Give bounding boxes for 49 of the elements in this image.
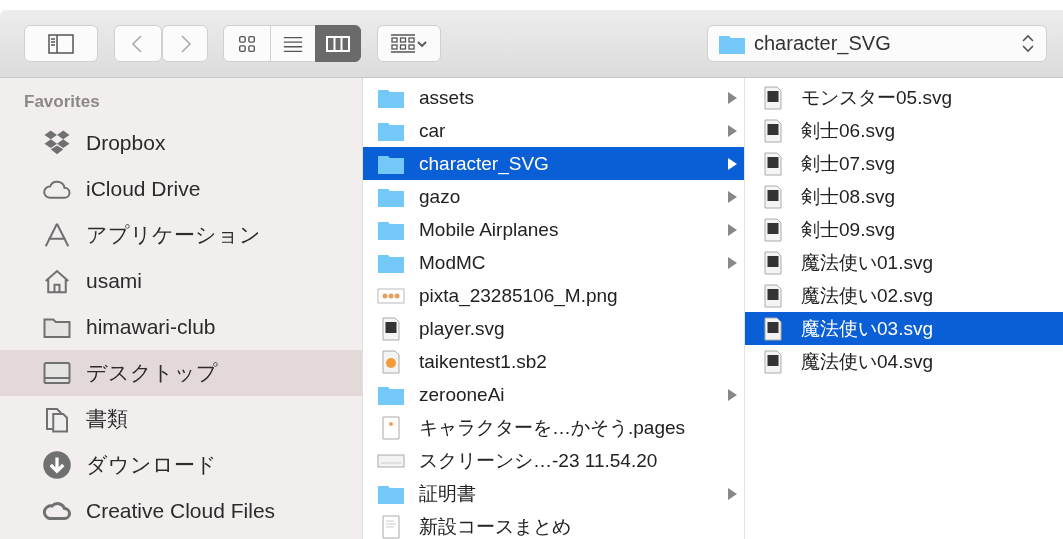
up-down-chevron-icon: [1020, 33, 1036, 54]
file-row[interactable]: car: [363, 114, 744, 147]
view-mode-button[interactable]: [315, 25, 361, 62]
file-row[interactable]: 剣士06.svg: [745, 114, 1063, 147]
disclosure-triangle-icon: [727, 222, 738, 237]
file-row[interactable]: 剣士07.svg: [745, 147, 1063, 180]
sidebar-toggle-button[interactable]: [24, 25, 98, 62]
sidebar-heading: Favorites: [23, 91, 101, 113]
sidebar-item[interactable]: usami: [0, 258, 362, 304]
file-row[interactable]: Mobile Airplanes: [363, 213, 744, 246]
file-row[interactable]: gazo: [363, 180, 744, 213]
sidebar-item[interactable]: デスクトップ: [0, 350, 362, 396]
file-row[interactable]: player.svg: [363, 312, 744, 345]
download-icon: [40, 450, 74, 480]
sidebar-item[interactable]: ダウンロード: [0, 442, 362, 488]
disclosure-triangle-icon: [727, 123, 738, 138]
sidebar-item[interactable]: iCloud Drive: [0, 166, 362, 212]
sidebar-item[interactable]: Creative Cloud Files: [0, 488, 362, 534]
disclosure-triangle-icon: [727, 189, 738, 204]
sidebar-item[interactable]: Dropbox: [0, 120, 362, 166]
sidebar-item[interactable]: himawari-club: [0, 304, 362, 350]
file-row[interactable]: zerooneAi: [363, 378, 744, 411]
disclosure-triangle-icon: [727, 486, 738, 501]
disclosure-triangle-icon: [727, 387, 738, 402]
chevron-down-icon: [416, 38, 428, 49]
file-row[interactable]: 魔法使い03.svg: [745, 312, 1063, 345]
file-row[interactable]: 新設コースまとめ: [363, 510, 744, 539]
file-row[interactable]: 魔法使い01.svg: [745, 246, 1063, 279]
file-row[interactable]: 剣士08.svg: [745, 180, 1063, 213]
file-row[interactable]: スクリーンシ…-23 11.54.20: [363, 444, 744, 477]
path-popup[interactable]: character_SVG: [707, 25, 1047, 62]
arrange-grid-icon: [390, 33, 416, 54]
file-row[interactable]: 魔法使い02.svg: [745, 279, 1063, 312]
file-row[interactable]: モンスター05.svg: [745, 81, 1063, 114]
disclosure-triangle-icon: [727, 156, 738, 171]
sidebar-item[interactable]: アプリケーション: [0, 212, 362, 258]
file-row[interactable]: ModMC: [363, 246, 744, 279]
file-row[interactable]: キャラクターを…かそう.pages: [363, 411, 744, 444]
file-row[interactable]: pixta_23285106_M.png: [363, 279, 744, 312]
disclosure-triangle-icon: [727, 255, 738, 270]
file-row[interactable]: 証明書: [363, 477, 744, 510]
file-row[interactable]: assets: [363, 81, 744, 114]
sidebar-item[interactable]: 書類: [0, 396, 362, 442]
arrange-button[interactable]: [377, 25, 441, 62]
file-row[interactable]: 剣士09.svg: [745, 213, 1063, 246]
disclosure-triangle-icon: [727, 90, 738, 105]
file-row[interactable]: taikentest1.sb2: [363, 345, 744, 378]
file-row[interactable]: 魔法使い04.svg: [745, 345, 1063, 378]
file-row[interactable]: character_SVG: [363, 147, 744, 180]
